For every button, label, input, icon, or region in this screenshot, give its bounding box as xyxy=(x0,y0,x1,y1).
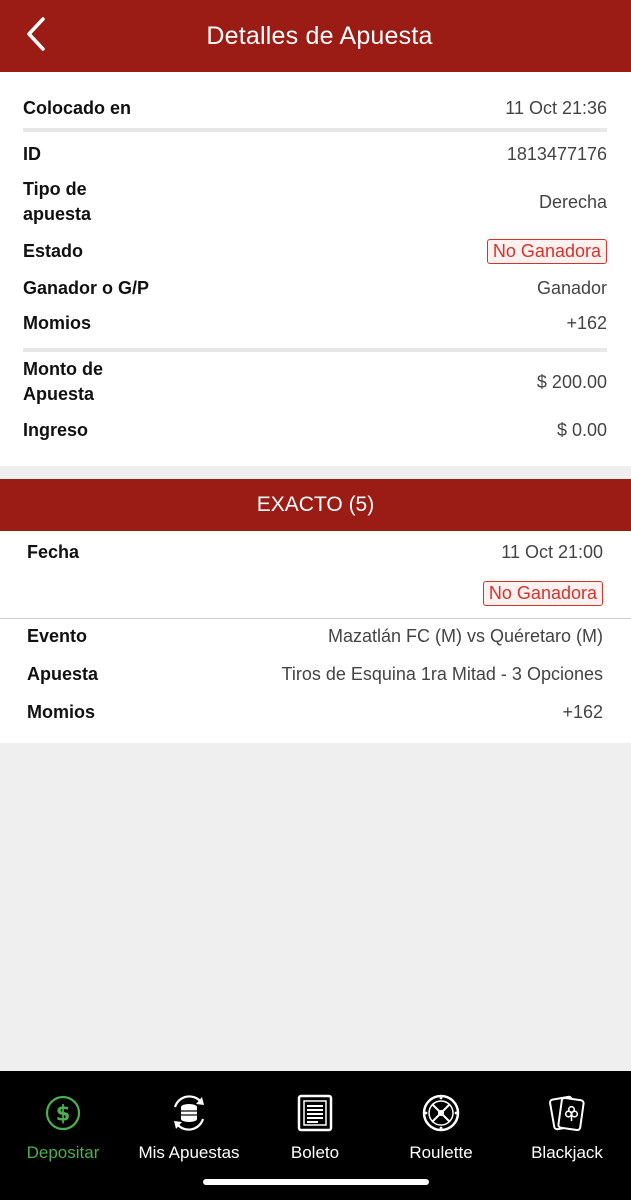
separator xyxy=(23,128,607,132)
placed-label: Colocado en xyxy=(23,97,132,118)
winner-label: Ganador o G/P xyxy=(23,277,150,298)
market-value: Tiros de Esquina 1ra Mitad - 3 Opciones xyxy=(281,663,604,684)
market-row: Apuesta Tiros de Esquina 1ra Mitad - 3 O… xyxy=(27,662,603,686)
id-value: 1813477176 xyxy=(506,143,607,164)
bet-type-row: Tipo de apuesta Derecha xyxy=(23,177,607,227)
placed-row: Colocado en 11 Oct 21:36 xyxy=(23,96,607,120)
nav-label: Roulette xyxy=(409,1143,473,1162)
separator xyxy=(23,348,607,352)
income-label: Ingreso xyxy=(23,419,89,440)
bet-type-value: Derecha xyxy=(538,191,607,212)
selection-odds-label: Momios xyxy=(27,701,96,722)
page-title: Detalles de Apuesta xyxy=(206,21,433,50)
divider xyxy=(0,618,631,619)
odds-value: +162 xyxy=(566,312,607,333)
selection-status-row: No Ganadora xyxy=(27,579,603,607)
amount-value: $ 200.00 xyxy=(536,371,607,392)
date-value: 11 Oct 21:00 xyxy=(501,541,603,562)
amount-label-line2: Apuesta xyxy=(23,384,95,404)
amount-row: Monto de Apuesta $ 200.00 xyxy=(23,357,607,407)
nav-label: Depositar xyxy=(26,1143,100,1162)
event-value: Mazatlán FC (M) vs Quéretaro (M) xyxy=(327,625,603,646)
ticket-icon xyxy=(295,1093,335,1133)
selection-status-badge: No Ganadora xyxy=(482,580,603,606)
nav-item-roulette[interactable]: Roulette xyxy=(378,1093,504,1163)
home-indicator xyxy=(203,1179,429,1185)
coins-icon xyxy=(169,1093,209,1133)
status-row: Estado No Ganadora xyxy=(23,238,607,264)
chevron-left-icon xyxy=(27,17,45,51)
nav-item-boleto[interactable]: Boleto xyxy=(252,1093,378,1163)
market-label: Apuesta xyxy=(27,663,99,684)
nav-label: Mis Apuestas xyxy=(138,1143,240,1162)
odds-label: Momios xyxy=(23,312,92,333)
status-badge: No Ganadora xyxy=(486,238,607,264)
roulette-icon xyxy=(421,1093,461,1133)
date-label: Fecha xyxy=(27,541,80,562)
selection-odds-value: +162 xyxy=(562,701,603,722)
income-row: Ingreso $ 0.00 xyxy=(23,418,607,442)
placed-value: 11 Oct 21:36 xyxy=(505,97,607,118)
selection-odds-row: Momios +162 xyxy=(27,700,603,724)
selection-card: Fecha 11 Oct 21:00 No Ganadora Evento Ma… xyxy=(0,531,631,743)
winner-value: Ganador xyxy=(536,277,607,298)
income-value: $ 0.00 xyxy=(556,419,607,440)
nav-item-depositar[interactable]: $ Depositar xyxy=(0,1093,126,1163)
cards-icon xyxy=(547,1093,587,1133)
bet-type-label-line2: apuesta xyxy=(23,204,92,224)
nav-item-mis-apuestas[interactable]: Mis Apuestas xyxy=(126,1093,252,1163)
bet-type-label: Tipo de apuesta xyxy=(23,177,91,227)
selection-header: EXACTO (5) xyxy=(0,479,631,531)
amount-label: Monto de Apuesta xyxy=(23,357,103,407)
app-header: Detalles de Apuesta xyxy=(0,0,631,72)
svg-text:$: $ xyxy=(56,1102,71,1126)
id-label: ID xyxy=(23,143,41,164)
id-row: ID 1813477176 xyxy=(23,142,607,166)
dollar-icon: $ xyxy=(43,1093,83,1133)
amount-label-line1: Monto de xyxy=(23,359,103,379)
bet-summary-card: Colocado en 11 Oct 21:36 ID 1813477176 T… xyxy=(0,72,631,466)
nav-label: Boleto xyxy=(290,1143,340,1162)
event-label: Evento xyxy=(27,625,88,646)
nav-label: Blackjack xyxy=(531,1143,603,1162)
back-button[interactable] xyxy=(14,12,58,56)
event-row: Evento Mazatlán FC (M) vs Quéretaro (M) xyxy=(27,624,603,648)
bet-type-label-line1: Tipo de xyxy=(23,179,87,199)
nav-item-blackjack[interactable]: Blackjack xyxy=(504,1093,630,1163)
date-row: Fecha 11 Oct 21:00 xyxy=(27,540,603,564)
status-label: Estado xyxy=(23,240,84,261)
odds-row: Momios +162 xyxy=(23,311,607,335)
winner-row: Ganador o G/P Ganador xyxy=(23,276,607,300)
